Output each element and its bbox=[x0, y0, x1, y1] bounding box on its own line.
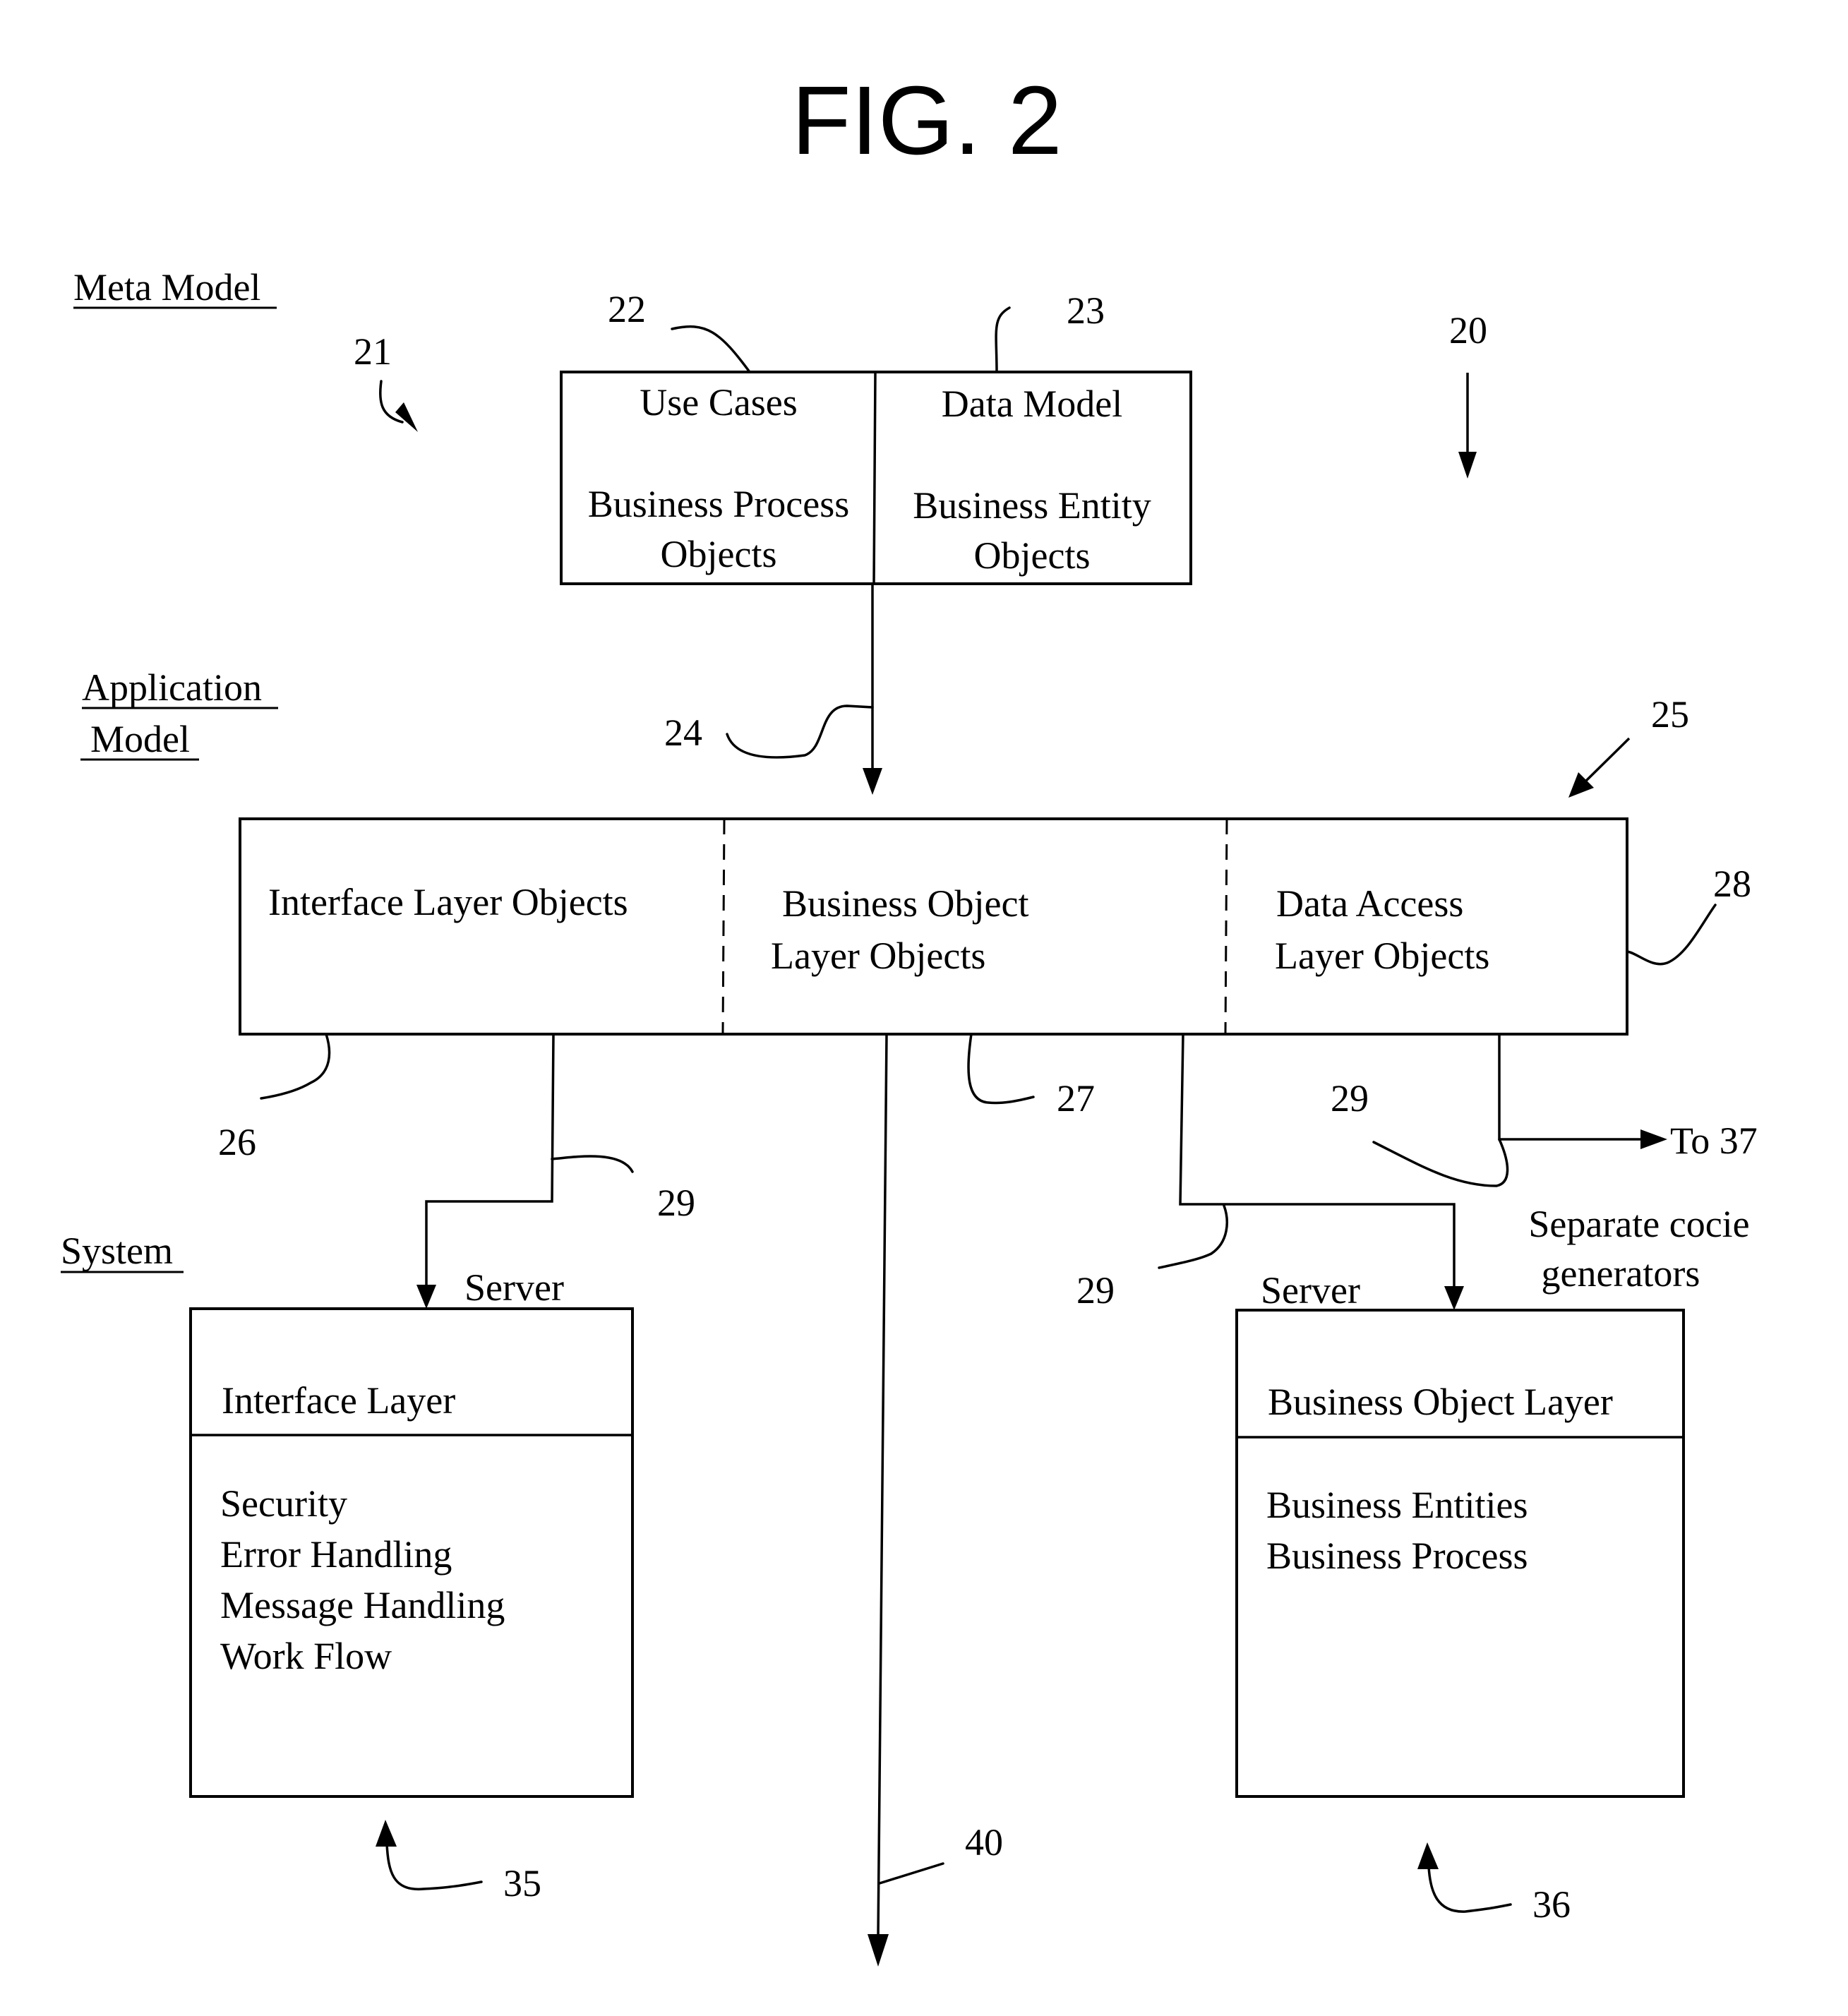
ref-23-leader bbox=[995, 306, 1011, 373]
interface-item-error-handling: Error Handling bbox=[220, 1533, 452, 1576]
business-entity-objects-line1: Business Entity bbox=[913, 484, 1151, 527]
generator-path-to-37 bbox=[1498, 1034, 1645, 1141]
ref-26: 26 bbox=[218, 1121, 256, 1163]
business-object-layer-header: Business Object Layer bbox=[1268, 1381, 1613, 1423]
arrow-25-shaft bbox=[1583, 737, 1631, 784]
business-item-process: Business Process bbox=[1266, 1535, 1528, 1577]
app-box-divider-1 bbox=[721, 818, 726, 1035]
ref-20: 20 bbox=[1449, 309, 1487, 352]
ref-22: 22 bbox=[608, 288, 646, 330]
generator-path-left bbox=[425, 1033, 555, 1289]
arrow-21-lead bbox=[378, 380, 404, 424]
section-label-application: Application bbox=[82, 666, 262, 709]
business-item-entities: Business Entities bbox=[1266, 1484, 1528, 1526]
ref-24: 24 bbox=[664, 712, 702, 754]
arrow-20-head bbox=[1458, 452, 1477, 479]
generator-left-head bbox=[416, 1285, 436, 1309]
arrow-36-lead bbox=[1427, 1865, 1512, 1913]
to-37-head bbox=[1640, 1129, 1667, 1149]
ref-28-leader bbox=[1626, 904, 1717, 966]
section-label-meta-model: Meta Model bbox=[73, 266, 260, 308]
business-object-layer-objects-line2: Layer Objects bbox=[771, 935, 985, 977]
generator-right-head bbox=[1444, 1286, 1464, 1310]
ref-26-leader bbox=[260, 1033, 331, 1100]
server-label-right: Server bbox=[1261, 1269, 1360, 1312]
use-cases-title: Use Cases bbox=[640, 381, 797, 424]
interface-layer-objects: Interface Layer Objects bbox=[268, 881, 628, 923]
generators-note-line1: Separate cocie bbox=[1528, 1203, 1749, 1245]
to-37-label: To 37 bbox=[1670, 1120, 1758, 1162]
server-label-left: Server bbox=[464, 1266, 564, 1309]
section-label-system: System bbox=[61, 1230, 173, 1272]
business-process-objects-line1: Business Process bbox=[588, 483, 850, 525]
data-model-title: Data Model bbox=[942, 383, 1122, 425]
data-access-layer-objects-line2: Layer Objects bbox=[1275, 935, 1489, 977]
interface-item-security: Security bbox=[220, 1482, 347, 1525]
interface-item-work-flow: Work Flow bbox=[220, 1635, 392, 1677]
ref-29-mid: 29 bbox=[1331, 1077, 1369, 1120]
ref-27: 27 bbox=[1057, 1077, 1095, 1120]
ref-29-left: 29 bbox=[657, 1182, 695, 1224]
ref-29-left-leader bbox=[551, 1155, 634, 1173]
interface-layer-header: Interface Layer bbox=[222, 1379, 455, 1422]
arrow-40-shaft bbox=[877, 1033, 888, 1936]
business-process-objects-line2: Objects bbox=[661, 533, 777, 575]
business-object-layer-objects-line1: Business Object bbox=[782, 882, 1028, 925]
ref-29-right: 29 bbox=[1076, 1269, 1115, 1312]
arrow-35-lead bbox=[385, 1842, 483, 1891]
arrow-36-head bbox=[1417, 1842, 1439, 1869]
app-box-divider-2 bbox=[1224, 818, 1228, 1035]
ref-24-leader bbox=[726, 704, 874, 759]
arrow-40-head bbox=[868, 1934, 889, 1967]
data-access-layer-objects-line1: Data Access bbox=[1276, 882, 1463, 925]
fig2-diagram: FIG. 2 Meta Model Application Model Syst… bbox=[61, 66, 1758, 1967]
arrow-21-head bbox=[395, 402, 418, 432]
arrow-24-head bbox=[863, 768, 882, 795]
interface-item-message-handling: Message Handling bbox=[220, 1584, 505, 1626]
ref-21: 21 bbox=[354, 330, 392, 373]
ref-36: 36 bbox=[1532, 1883, 1571, 1926]
ref-23: 23 bbox=[1067, 289, 1105, 332]
ref-29-mid-leader bbox=[1372, 1138, 1509, 1187]
ref-25: 25 bbox=[1651, 693, 1689, 736]
ref-40: 40 bbox=[965, 1821, 1003, 1864]
ref-28: 28 bbox=[1713, 863, 1751, 905]
ref-35: 35 bbox=[503, 1862, 541, 1904]
business-entity-objects-line2: Objects bbox=[974, 534, 1091, 577]
arrow-35-head bbox=[376, 1820, 397, 1847]
ref-29-right-leader bbox=[1158, 1204, 1228, 1269]
figure-title: FIG. 2 bbox=[791, 66, 1062, 175]
meta-model-divider bbox=[872, 371, 877, 584]
ref-40-leader bbox=[878, 1862, 944, 1885]
application-model-box bbox=[239, 817, 1628, 1036]
ref-22-leader bbox=[671, 325, 751, 373]
ref-27-leader bbox=[967, 1033, 1035, 1105]
generators-note-line2: generators bbox=[1542, 1252, 1700, 1295]
section-label-model: Model bbox=[90, 718, 190, 760]
